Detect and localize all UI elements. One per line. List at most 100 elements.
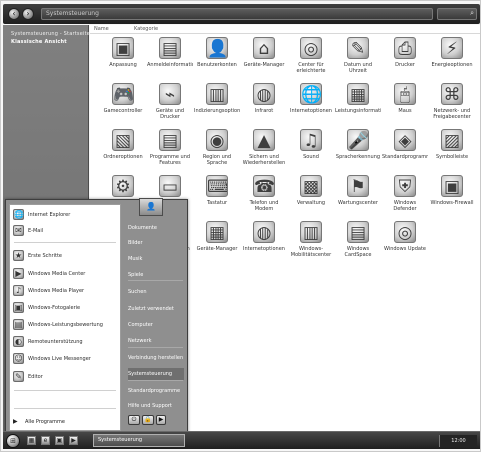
control-panel-item[interactable]: ⌂ Geräte-Manager [241,37,287,81]
show-desktop-icon[interactable]: ▦ [27,436,36,445]
control-panel-item[interactable]: ◎ Center für erleichterte Bedienung [288,37,334,81]
forward-button[interactable]: › [22,8,34,20]
system-tray-clock[interactable]: 12:00 [439,435,477,447]
control-panel-item[interactable]: ⌘ Netzwerk- und Freigabecenter [429,83,475,127]
control-panel-item[interactable]: ◍ Infrarot [241,83,287,127]
start-menu-program-item[interactable]: ✉ E-Mail [13,223,117,239]
user-avatar[interactable]: 👤 [139,198,163,216]
control-panel-item-label: Ordneroptionen [103,154,143,160]
address-bar[interactable]: Systemsteuerung [41,8,433,20]
search-icon: ⌕ [470,9,474,17]
column-header-category[interactable]: Kategorie [134,26,158,32]
defender-icon: ⛨ [394,175,416,197]
start-menu-place-item[interactable]: Musik [128,253,184,265]
control-panel-item[interactable]: ◉ Region und Sprache [194,129,240,173]
media-center-icon: ▶ [13,268,24,279]
start-menu-program-item[interactable]: ☺ Windows Live Messenger [13,351,117,367]
start-menu-place-separator [128,347,183,348]
start-menu-place-item[interactable]: Suchen [128,286,184,298]
start-menu-place-item[interactable]: Bilder [128,237,184,249]
control-panel-item[interactable]: ▣ Windows-Firewall [429,175,475,219]
start-menu-program-item[interactable]: ◐ Remoteunterstützung [13,334,117,350]
control-panel-item[interactable]: 👤 Benutzerkonten [194,37,240,81]
control-panel-item[interactable]: ⌁ Geräte und Drucker [147,83,193,127]
start-menu-place-item[interactable]: Netzwerk [128,335,184,347]
gamecontroller-icon: 🎮 [112,83,134,105]
start-menu-program-item[interactable]: ✎ Editor [13,369,117,385]
indexing-options-icon: ▥ [206,83,228,105]
nav-link-control-panel-home[interactable]: Systemsteuerung - Startseite [11,31,90,37]
nav-link-classic-view[interactable]: Klassische Ansicht [11,39,88,45]
control-panel-item[interactable]: ☎ Telefon und Modem [241,175,287,219]
control-panel-item-label: Windows Update [383,246,427,252]
control-panel-item-label: Windows Defender [393,200,417,212]
control-panel-item[interactable]: 🎤 Spracherkennung [335,129,381,173]
control-panel-item[interactable]: ▲ Sichern und Wiederherstellen [241,129,287,173]
start-menu-place-item[interactable]: Hilfe und Support [128,400,184,412]
start-button[interactable]: ⊞ [6,434,20,448]
back-button[interactable]: ‹ [8,8,20,20]
control-panel-item[interactable]: 🖱 Maus [382,83,428,127]
start-menu-program-label: Windows Media Center [28,271,86,277]
start-menu-place-item[interactable]: Systemsteuerung [128,368,184,380]
devices-printers-icon: ⌁ [159,83,181,105]
control-panel-item[interactable]: ⌨ Tastatur [194,175,240,219]
control-panel-item[interactable]: ◈ Standardprogramme [382,129,428,173]
control-panel-item[interactable]: ⚡ Energieoptionen [429,37,475,81]
control-panel-item[interactable]: ▣ Anpassung [100,37,146,81]
control-panel-item-label: Standardprogramme [382,154,428,160]
explorer-toolbar: ‹ › Systemsteuerung ⌕ [3,4,480,24]
start-menu-program-item[interactable]: ▶ Windows Media Center [13,266,117,282]
control-panel-item-label: Spracherkennung [335,154,381,160]
control-panel-item[interactable]: ✎ Datum und Uhrzeit [335,37,381,81]
control-panel-item[interactable]: 🌐 Internetoptionen [288,83,334,127]
control-panel-item[interactable]: ▤ Windows CardSpace [335,221,381,265]
control-panel-item[interactable]: 🎮 Gamecontroller [100,83,146,127]
start-menu-program-item[interactable]: ★ Erste Schritte [13,248,117,264]
default-programs-icon: ◈ [394,129,416,151]
control-panel-item-label: Drucker [395,62,415,68]
power-button[interactable]: ⏻ [128,415,140,425]
column-header-name[interactable]: Name [94,26,109,32]
control-panel-item[interactable]: ♫ Sound [288,129,334,173]
start-menu-program-item[interactable]: 🌐 Internet Explorer [13,207,117,223]
shutdown-options-button[interactable]: ▶ [156,415,166,425]
control-panel-item[interactable]: ◍ Internetoptionen [241,221,287,265]
start-menu-place-item[interactable]: Dokumente [128,222,184,234]
all-programs-button[interactable]: ▶ Alle Programme [13,416,117,428]
control-panel-item-label: Netzwerk- und Freigabecenter [433,108,471,120]
control-panel-item[interactable]: ▥ Indizierungsoptionen [194,83,240,127]
taskbar-window-control-panel[interactable]: Systemsteuerung [93,434,185,447]
control-panel-item[interactable]: ▨ Symbolleiste [429,129,475,173]
control-panel-item[interactable]: ▩ Verwaltung [288,175,334,219]
start-menu-place-item[interactable]: Zuletzt verwendet [128,303,184,315]
control-panel-item[interactable]: ⚑ Wartungscenter [335,175,381,219]
control-panel-item-label: Energieoptionen [431,62,473,68]
start-menu-program-item[interactable]: ▣ Windows-Fotogalerie [13,300,117,316]
control-panel-item[interactable]: ◎ Windows Update [382,221,428,265]
control-panel-item[interactable]: ▤ Anmeldeinformationen [147,37,193,81]
search-box[interactable]: ⌕ [437,8,477,20]
switch-windows-icon[interactable]: ▣ [55,436,64,445]
getting-started-icon: ★ [13,250,24,261]
control-panel-item[interactable]: ⛨ Windows Defender [382,175,428,219]
control-panel-item-label: Geräte-Manager [196,246,238,252]
start-menu-place-item[interactable]: Verbindung herstellen [128,352,184,364]
control-panel-item[interactable]: ▧ Ordneroptionen [100,129,146,173]
sound-icon: ♫ [300,129,322,151]
start-menu-program-item[interactable]: ▤ Windows-Leistungsbewertung [13,317,117,333]
start-menu-place-item[interactable]: Standardprogramme [128,385,184,397]
media-player-quicklaunch-icon[interactable]: ▶ [69,436,78,445]
control-panel-item[interactable]: ▦ Geräte-Manager [194,221,240,265]
control-panel-item[interactable]: ▥ Windows-Mobilitätscenter [288,221,334,265]
start-menu-program-item[interactable]: ♪ Windows Media Player [13,283,117,299]
start-menu-power-controls: ⏻ 🔒 ▶ [124,412,186,430]
control-panel-item[interactable]: ▤ Programme und Features [147,129,193,173]
lock-button[interactable]: 🔒 [142,415,154,425]
start-menu: ▶ Alle Programme 🌐 Internet Explorer ✉ E-Ma… [5,198,188,433]
control-panel-item[interactable]: ▦ Leistungsinformationen [335,83,381,127]
media-player-icon: ♪ [13,285,24,296]
internet-explorer-quicklaunch-icon[interactable]: e [41,436,50,445]
start-menu-place-item[interactable]: Computer [128,319,184,331]
control-panel-item[interactable]: ⎙ Drucker [382,37,428,81]
